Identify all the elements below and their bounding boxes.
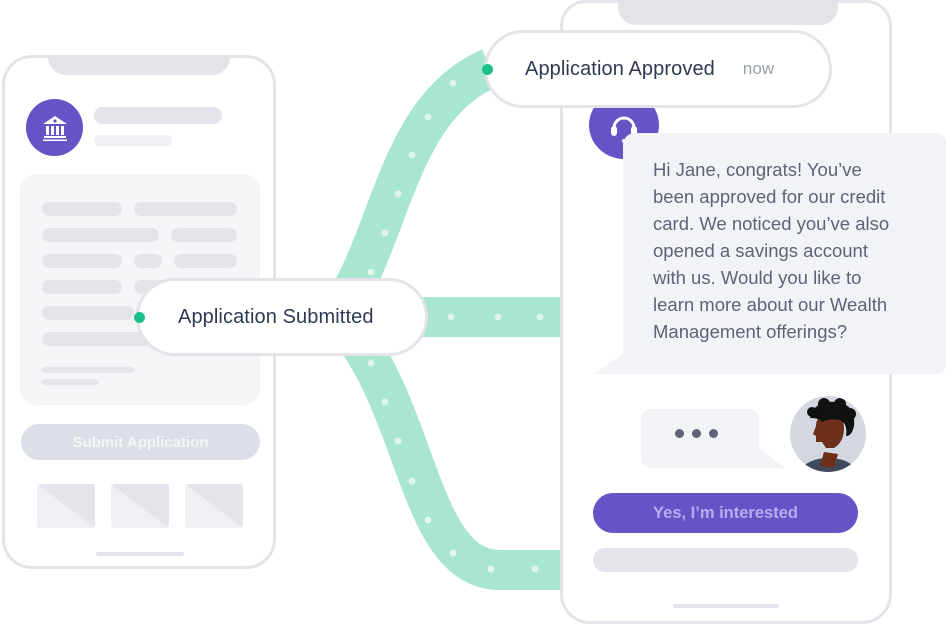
path-dot xyxy=(494,313,502,321)
typing-indicator xyxy=(675,429,718,438)
message-line: been approved for our credit xyxy=(653,186,886,207)
path-to-bottom xyxy=(333,317,565,590)
message-line: card. We noticed you’ve also xyxy=(653,213,890,234)
skeleton-button xyxy=(593,548,858,572)
typing-dot xyxy=(675,429,684,438)
status-dot xyxy=(482,64,493,75)
skeleton-line xyxy=(42,367,134,373)
path-dot xyxy=(531,565,539,573)
typing-dot xyxy=(692,429,701,438)
typing-bubble-tail xyxy=(753,443,785,468)
home-indicator xyxy=(96,552,184,556)
skeleton-line xyxy=(42,228,159,242)
path-dot xyxy=(449,549,457,557)
path-dot xyxy=(447,313,455,321)
agent-message-bubble: Hi Jane, congrats! You’ve been approved … xyxy=(623,133,946,374)
phone-notch xyxy=(618,0,838,25)
image-placeholder xyxy=(111,484,169,528)
typing-dot xyxy=(709,429,718,438)
path-dot xyxy=(394,437,402,445)
node-label: Application Submitted xyxy=(178,305,374,328)
path-dot xyxy=(487,565,495,573)
skeleton-line xyxy=(42,280,122,294)
skeleton-title xyxy=(94,107,222,124)
application-approved-node[interactable]: Application Approved now xyxy=(482,30,832,108)
path-dot xyxy=(367,359,375,367)
message-line: learn more about our Wealth xyxy=(653,294,888,315)
message-line: Management offerings? xyxy=(653,321,848,342)
bank-avatar xyxy=(26,99,83,156)
path-dot xyxy=(536,313,544,321)
phone-notch xyxy=(48,55,230,75)
skeleton-line xyxy=(42,254,122,268)
user-portrait-icon xyxy=(798,398,858,472)
path-dot xyxy=(424,113,432,121)
image-placeholder xyxy=(185,484,243,528)
image-placeholder xyxy=(37,484,95,528)
skeleton-line xyxy=(171,228,237,242)
path-dot xyxy=(408,477,416,485)
message-line: with us. Would you like to xyxy=(653,267,862,288)
bank-icon xyxy=(42,115,67,141)
path-dot xyxy=(381,398,389,406)
message-line: Hi Jane, congrats! You’ve xyxy=(653,159,862,180)
path-dot xyxy=(408,151,416,159)
node-label: Application Approved xyxy=(525,57,715,80)
skeleton-line xyxy=(174,254,237,268)
application-submitted-node[interactable]: Application Submitted xyxy=(134,278,428,356)
agent-message-text: Hi Jane, congrats! You’ve been approved … xyxy=(653,156,889,345)
skeleton-line xyxy=(42,332,152,346)
path-dot xyxy=(367,268,375,276)
home-indicator xyxy=(673,604,779,608)
skeleton-line xyxy=(42,379,99,385)
submit-application-button[interactable]: Submit Application xyxy=(21,424,260,460)
typing-bubble xyxy=(641,409,759,468)
skeleton-line xyxy=(134,202,237,216)
path-dot xyxy=(381,229,389,237)
yes-interested-button[interactable]: Yes, I’m interested xyxy=(593,493,858,533)
chat-bubble-tail xyxy=(593,354,623,374)
skeleton-line xyxy=(134,254,162,268)
node-timestamp: now xyxy=(742,59,775,78)
path-dot xyxy=(424,516,432,524)
status-dot xyxy=(134,312,145,323)
path-dot xyxy=(394,190,402,198)
skeleton-line xyxy=(42,306,134,320)
skeleton-line xyxy=(42,202,122,216)
skeleton-subtitle xyxy=(94,135,172,146)
message-line: opened a savings account xyxy=(653,240,868,261)
path-dot xyxy=(449,79,457,87)
user-avatar xyxy=(790,396,866,472)
